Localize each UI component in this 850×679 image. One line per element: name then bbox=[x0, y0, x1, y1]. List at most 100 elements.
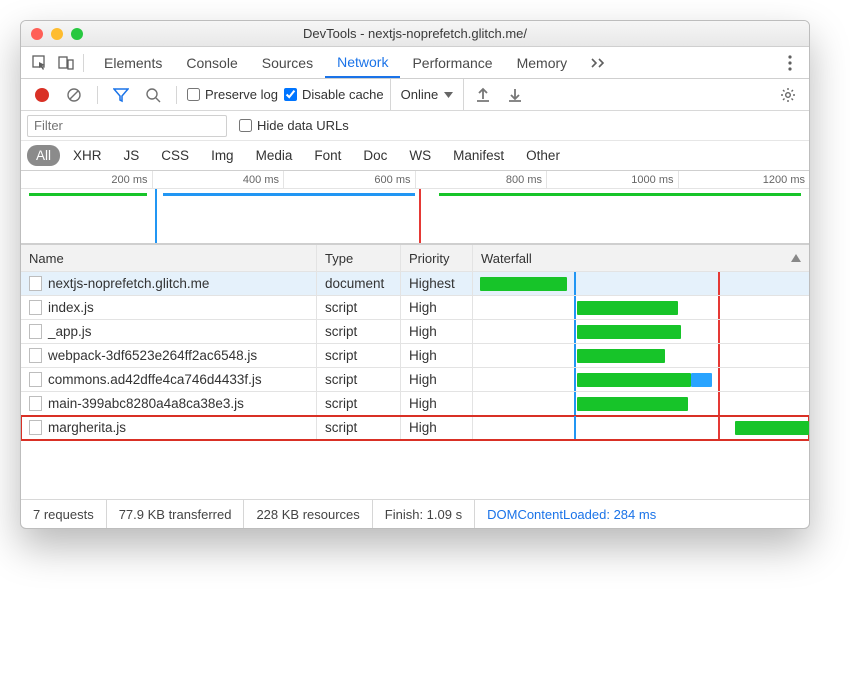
request-priority: High bbox=[401, 392, 473, 415]
requests-table-header: Name Type Priority Waterfall bbox=[21, 244, 809, 272]
tab-network[interactable]: Network bbox=[325, 47, 400, 78]
request-name: margherita.js bbox=[48, 420, 126, 435]
waterfall-cell bbox=[473, 296, 809, 319]
tab-sources[interactable]: Sources bbox=[250, 47, 325, 78]
type-all[interactable]: All bbox=[27, 145, 60, 166]
file-icon bbox=[29, 324, 42, 339]
search-icon[interactable] bbox=[140, 82, 166, 108]
filter-bar: Hide data URLs bbox=[21, 111, 809, 141]
close-icon[interactable] bbox=[31, 28, 43, 40]
request-type: script bbox=[317, 368, 401, 391]
status-domcontentloaded: DOMContentLoaded: 284 ms bbox=[475, 500, 668, 528]
request-name: _app.js bbox=[48, 324, 92, 339]
type-ws[interactable]: WS bbox=[400, 145, 440, 166]
col-name[interactable]: Name bbox=[21, 245, 317, 271]
traffic-lights bbox=[31, 28, 83, 40]
sort-ascending-icon bbox=[791, 254, 801, 262]
request-type: script bbox=[317, 320, 401, 343]
request-type: script bbox=[317, 392, 401, 415]
col-waterfall[interactable]: Waterfall bbox=[473, 245, 809, 271]
request-priority: High bbox=[401, 296, 473, 319]
type-img[interactable]: Img bbox=[202, 145, 243, 166]
maximize-icon[interactable] bbox=[71, 28, 83, 40]
request-row[interactable]: webpack-3df6523e264ff2ac6548.js script H… bbox=[21, 344, 809, 368]
type-font[interactable]: Font bbox=[305, 145, 350, 166]
request-type: script bbox=[317, 296, 401, 319]
upload-har-icon[interactable] bbox=[470, 82, 496, 108]
status-finish: Finish: 1.09 s bbox=[373, 500, 475, 528]
col-type[interactable]: Type bbox=[317, 245, 401, 271]
col-priority[interactable]: Priority bbox=[401, 245, 473, 271]
request-row[interactable]: index.js script High bbox=[21, 296, 809, 320]
status-resources: 228 KB resources bbox=[244, 500, 372, 528]
minimize-icon[interactable] bbox=[51, 28, 63, 40]
hide-data-urls-checkbox[interactable]: Hide data URLs bbox=[239, 118, 349, 133]
request-row[interactable]: main-399abc8280a4a8ca38e3.js script High bbox=[21, 392, 809, 416]
status-requests: 7 requests bbox=[21, 500, 107, 528]
record-icon[interactable] bbox=[29, 82, 55, 108]
waterfall-cell bbox=[473, 344, 809, 367]
tick-label: 400 ms bbox=[243, 174, 279, 186]
file-icon bbox=[29, 396, 42, 411]
waterfall-cell bbox=[473, 320, 809, 343]
filter-input[interactable] bbox=[27, 115, 227, 137]
timeline-overview[interactable]: 200 ms 400 ms 600 ms 800 ms 1000 ms 1200… bbox=[21, 171, 809, 244]
request-name: webpack-3df6523e264ff2ac6548.js bbox=[48, 348, 257, 363]
status-transferred: 77.9 KB transferred bbox=[107, 500, 245, 528]
status-bar: 7 requests 77.9 KB transferred 228 KB re… bbox=[21, 500, 809, 528]
filter-icon[interactable] bbox=[108, 82, 134, 108]
tab-memory[interactable]: Memory bbox=[505, 47, 580, 78]
request-priority: High bbox=[401, 320, 473, 343]
type-doc[interactable]: Doc bbox=[354, 145, 396, 166]
request-row[interactable]: _app.js script High bbox=[21, 320, 809, 344]
type-other[interactable]: Other bbox=[517, 145, 569, 166]
file-icon bbox=[29, 372, 42, 387]
request-row[interactable]: nextjs-noprefetch.glitch.me document Hig… bbox=[21, 272, 809, 296]
clear-icon[interactable] bbox=[61, 82, 87, 108]
type-xhr[interactable]: XHR bbox=[64, 145, 111, 166]
request-priority: Highest bbox=[401, 272, 473, 295]
device-toolbar-icon[interactable] bbox=[53, 50, 79, 76]
more-options-icon[interactable] bbox=[777, 50, 803, 76]
request-name: commons.ad42dffe4ca746d4433f.js bbox=[48, 372, 262, 387]
request-name: nextjs-noprefetch.glitch.me bbox=[48, 276, 209, 291]
devtools-window: DevTools - nextjs-noprefetch.glitch.me/ … bbox=[20, 20, 810, 529]
network-toolbar: Preserve log Disable cache Online bbox=[21, 79, 809, 111]
throttling-select[interactable]: Online bbox=[390, 79, 465, 110]
file-icon bbox=[29, 348, 42, 363]
separator bbox=[83, 54, 84, 72]
request-type: script bbox=[317, 416, 401, 439]
waterfall-cell bbox=[473, 272, 809, 295]
titlebar: DevTools - nextjs-noprefetch.glitch.me/ bbox=[21, 21, 809, 47]
request-row-highlighted[interactable]: margherita.js script High bbox=[21, 416, 809, 440]
timeline-graph bbox=[21, 189, 809, 243]
request-type: script bbox=[317, 344, 401, 367]
separator bbox=[97, 86, 98, 104]
inspect-element-icon[interactable] bbox=[27, 50, 53, 76]
preserve-log-checkbox[interactable]: Preserve log bbox=[187, 87, 278, 102]
disable-cache-checkbox[interactable]: Disable cache bbox=[284, 87, 384, 102]
type-css[interactable]: CSS bbox=[152, 145, 198, 166]
waterfall-cell bbox=[473, 392, 809, 415]
disable-cache-label: Disable cache bbox=[302, 87, 384, 102]
preserve-log-label: Preserve log bbox=[205, 87, 278, 102]
tab-console[interactable]: Console bbox=[174, 47, 249, 78]
tick-label: 200 ms bbox=[111, 174, 147, 186]
type-manifest[interactable]: Manifest bbox=[444, 145, 513, 166]
settings-icon[interactable] bbox=[775, 82, 801, 108]
file-icon bbox=[29, 276, 42, 291]
type-media[interactable]: Media bbox=[247, 145, 302, 166]
file-icon bbox=[29, 300, 42, 315]
type-js[interactable]: JS bbox=[115, 145, 149, 166]
tab-performance[interactable]: Performance bbox=[400, 47, 504, 78]
waterfall-cell bbox=[473, 416, 809, 439]
tab-elements[interactable]: Elements bbox=[92, 47, 174, 78]
timeline-ruler: 200 ms 400 ms 600 ms 800 ms 1000 ms 1200… bbox=[21, 171, 809, 189]
table-empty-area bbox=[21, 440, 809, 500]
request-priority: High bbox=[401, 368, 473, 391]
tick-label: 800 ms bbox=[506, 174, 542, 186]
request-row[interactable]: commons.ad42dffe4ca746d4433f.js script H… bbox=[21, 368, 809, 392]
download-har-icon[interactable] bbox=[502, 82, 528, 108]
hide-data-urls-label: Hide data URLs bbox=[257, 118, 349, 133]
tab-overflow[interactable] bbox=[579, 47, 619, 78]
